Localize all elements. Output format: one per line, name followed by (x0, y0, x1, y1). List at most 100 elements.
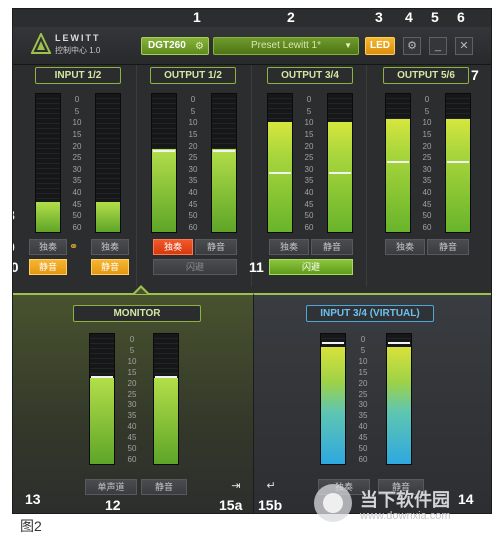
lewitt-logo-icon (31, 33, 51, 54)
solo-button-input1[interactable]: 独奏 (29, 239, 67, 255)
stereo-link-icon[interactable]: ⚭ (69, 240, 78, 253)
scale-tick-label: 0 (129, 335, 135, 344)
device-label: DGT260 (148, 40, 186, 51)
mute-button-output12[interactable]: 静音 (195, 239, 237, 255)
meter-peak-line (153, 150, 175, 152)
scale-tick-label: 10 (72, 118, 82, 127)
outputs-section: 7 INPUT 1/2 0510152025303540455060 8 9 1… (13, 57, 491, 293)
export-icon[interactable]: ⇥ (229, 479, 243, 493)
callout-7: 7 (471, 67, 479, 83)
scale-output56: 0 5 10 15 20 25 30 35 40 45 50 60 (416, 93, 438, 233)
mute-button-monitor[interactable]: 静音 (141, 479, 187, 495)
callout-5: 5 (431, 9, 439, 25)
scale-tick-label: 25 (188, 153, 198, 162)
scale-tick-label: 60 (304, 223, 314, 232)
callout-8: 8 (13, 207, 15, 223)
scale-tick-label: 40 (358, 422, 368, 431)
virtual-input-panel: INPUT 3/4 (VIRTUAL) 0 5 10 15 20 25 30 35 40 45 50… (253, 293, 491, 513)
scale-tick-label: 50 (188, 211, 198, 220)
callout-9: 9 (13, 239, 15, 255)
scale-tick-label: 15 (422, 130, 432, 139)
scale-tick-label: 20 (358, 379, 368, 388)
meter-level-fill (268, 122, 292, 232)
meter-output4 (327, 93, 353, 233)
mute-button-output56[interactable]: 静音 (427, 239, 469, 255)
scale-output12: 0 5 10 15 20 25 30 35 40 45 50 60 (182, 93, 204, 233)
solo-button-input2[interactable]: 独奏 (91, 239, 129, 255)
duck-button-output12[interactable]: 闪避 (153, 259, 237, 275)
scale-tick-label: 30 (127, 400, 137, 409)
close-icon[interactable]: ✕ (455, 37, 473, 55)
scale-tick-label: 30 (188, 165, 198, 174)
logo-subtitle: 控制中心 1.0 (55, 46, 101, 55)
mute-button-input2[interactable]: 静音 (91, 259, 129, 275)
scale-tick-label: 40 (188, 188, 198, 197)
scale-tick-label: 20 (304, 142, 314, 151)
scale-tick-label: 20 (188, 142, 198, 151)
preset-select[interactable]: Preset Lewitt 1* ▼ (213, 37, 359, 55)
meter-level-fill (328, 122, 352, 232)
scale-tick-label: 25 (127, 390, 137, 399)
scale-tick-label: 40 (72, 188, 82, 197)
scale-tick-label: 60 (358, 455, 368, 464)
scale-virtual: 0 5 10 15 20 25 30 35 40 45 50 60 (352, 333, 374, 465)
callout-12: 12 (105, 497, 121, 513)
callout-10: 10 (13, 259, 19, 275)
meter-peak-line (213, 150, 235, 152)
group-label-output56: OUTPUT 5/6 (383, 67, 469, 84)
settings-gear-icon[interactable]: ⚙ (403, 37, 421, 55)
solo-button-output34[interactable]: 独奏 (269, 239, 309, 255)
scale-tick-label: 10 (304, 118, 314, 127)
scale-tick-label: 5 (306, 107, 312, 116)
group-label-output12: OUTPUT 1/2 (150, 67, 236, 84)
mute-button-input1[interactable]: 静音 (29, 259, 67, 275)
meter-virtual-left (320, 333, 346, 465)
callout-13: 13 (25, 491, 41, 507)
scale-tick-label: 40 (422, 188, 432, 197)
scale-tick-label: 15 (304, 130, 314, 139)
meter-level-fill (36, 202, 60, 232)
meter-output3 (267, 93, 293, 233)
led-button[interactable]: LED (365, 37, 395, 55)
group-label-monitor: MONITOR (73, 305, 201, 322)
scale-tick-label: 15 (72, 130, 82, 139)
scale-tick-label: 50 (358, 444, 368, 453)
meter-monitor-right (153, 333, 179, 465)
scale-tick-label: 60 (127, 455, 137, 464)
duck-button-output34[interactable]: 闪避 (269, 259, 353, 275)
callout-14: 14 (458, 491, 474, 507)
monitor-panel: MONITOR 0 5 10 15 20 25 30 35 40 45 50 60 单声道 静音 ⇥ … (13, 293, 253, 513)
import-icon[interactable]: ↵ (264, 479, 278, 493)
device-button[interactable]: DGT260 ⚙ (141, 37, 209, 55)
scale-tick-label: 45 (304, 200, 314, 209)
device-gear-icon: ⚙ (195, 41, 204, 52)
meter-monitor-left (89, 333, 115, 465)
mute-button-output34[interactable]: 静音 (311, 239, 353, 255)
solo-button-output56[interactable]: 独奏 (385, 239, 425, 255)
section-notch-inner (135, 288, 147, 294)
meter-output1 (151, 93, 177, 233)
meter-peak-line (269, 172, 291, 174)
callout-15a: 15a (219, 497, 243, 513)
callout-1: 1 (193, 9, 201, 25)
scale-tick-label: 25 (72, 153, 82, 162)
scale-tick-label: 15 (127, 368, 137, 377)
meter-level-fill (212, 149, 236, 232)
scale-tick-label: 30 (304, 165, 314, 174)
monitor-section: MONITOR 0 5 10 15 20 25 30 35 40 45 50 60 单声道 静音 ⇥ … (13, 285, 491, 513)
scale-tick-label: 35 (127, 411, 137, 420)
scale-tick-label: 0 (306, 95, 312, 104)
minimize-icon[interactable]: _ (429, 37, 447, 55)
meter-output6 (445, 93, 471, 233)
scale-tick-label: 0 (360, 335, 366, 344)
figure-label: 图2 (20, 518, 42, 534)
scale-tick-label: 10 (358, 357, 368, 366)
mono-button[interactable]: 单声道 (85, 479, 137, 495)
meter-level-fill (152, 149, 176, 232)
scale-tick-label: 50 (304, 211, 314, 220)
solo-button-output12[interactable]: 独奏 (153, 239, 193, 255)
scale-tick-label: 35 (422, 176, 432, 185)
scale-tick-label: 40 (304, 188, 314, 197)
callout-4: 4 (405, 9, 413, 25)
callout-6: 6 (457, 9, 465, 25)
